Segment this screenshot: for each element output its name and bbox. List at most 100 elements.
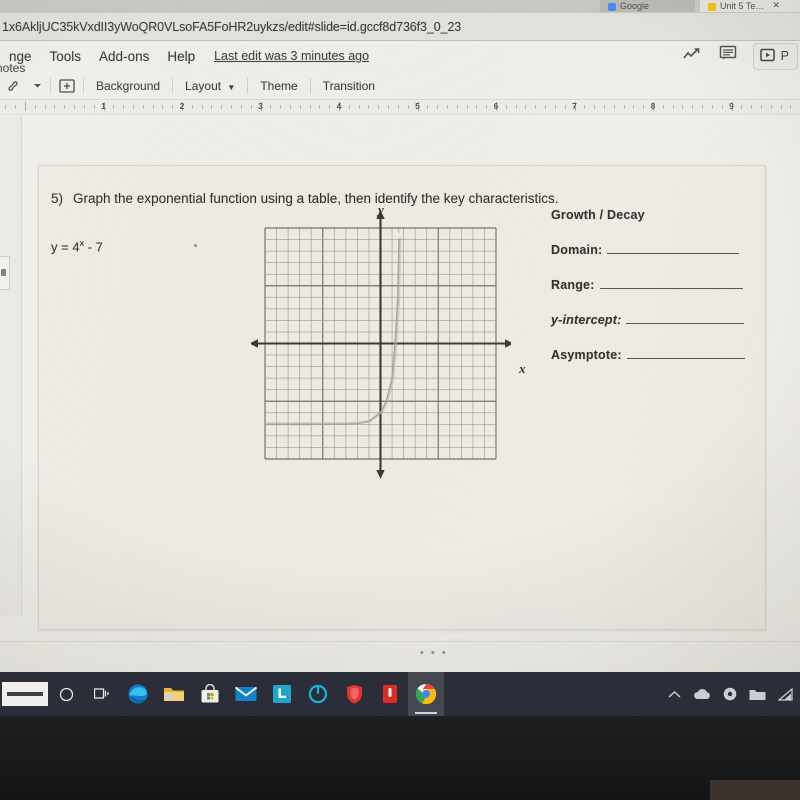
shield-app-icon[interactable] — [336, 672, 372, 716]
ruler-number: 2 — [179, 101, 185, 111]
wifi-icon[interactable] — [778, 687, 794, 701]
speaker-notes-area[interactable]: • • • — [0, 641, 800, 672]
trending-up-icon[interactable] — [683, 47, 703, 66]
ruler-tick — [348, 105, 350, 109]
screenshot-root: Google Unit 5 Te… ✕ 1x6AkljUC35kVxdII3yW… — [0, 0, 800, 800]
question-text[interactable]: 5) Graph the exponential function using a… — [51, 191, 559, 206]
onedrive-icon[interactable] — [693, 688, 711, 700]
slide-canvas[interactable]: 5) Graph the exponential function using a… — [38, 165, 766, 630]
graph-figure[interactable]: y x — [249, 202, 526, 491]
ruler-tick — [535, 105, 537, 109]
taskbar-search-box[interactable] — [2, 682, 48, 706]
browser-tab-google[interactable]: Google — [600, 0, 695, 12]
menu-bar-right-actions: P — [683, 41, 800, 71]
ring-app-icon[interactable] — [300, 672, 336, 716]
function-expression[interactable]: y = 4x - 7 — [51, 238, 103, 254]
answer-blank-line[interactable] — [599, 288, 743, 289]
horizontal-ruler[interactable]: 1 2 3 4 5 6 7 8 9 — [0, 101, 800, 115]
ruler-tick — [584, 105, 586, 109]
ruler-tick — [613, 105, 615, 109]
slide-filmstrip[interactable] — [0, 116, 22, 616]
chrome-icon[interactable] — [408, 672, 444, 716]
url-text[interactable]: 1x6AkljUC35kVxdII3yWoQR0VLsoFA5FoHR2uykz… — [0, 20, 461, 34]
new-slide-icon[interactable] — [53, 78, 81, 93]
chevron-down-icon[interactable] — [27, 82, 48, 89]
ruler-tick — [191, 105, 193, 109]
mail-icon[interactable] — [228, 672, 264, 716]
ruler-tick — [770, 105, 772, 109]
ruler-tick — [721, 105, 723, 109]
last-edit-status[interactable]: Last edit was 3 minutes ago — [214, 49, 369, 63]
ruler-tick — [388, 105, 390, 109]
ruler-tick — [172, 105, 174, 109]
notes-drag-handle[interactable]: • • • — [420, 647, 448, 659]
answer-row[interactable]: Domain: — [551, 241, 766, 259]
toolbar-layout-button[interactable]: Layout ▼ — [175, 79, 245, 93]
ruler-tick — [397, 105, 399, 109]
answer-row[interactable]: Asymptote: — [551, 346, 766, 364]
browser-address-bar[interactable]: 1x6AkljUC35kVxdII3yWoQR0VLsoFA5FoHR2uykz… — [0, 13, 800, 41]
answer-row[interactable]: Range: — [551, 276, 766, 294]
ruler-tick — [201, 105, 203, 109]
present-button[interactable]: P — [752, 42, 798, 70]
paint-format-icon[interactable] — [0, 78, 27, 93]
ruler-tick — [505, 105, 507, 109]
windows-taskbar — [0, 672, 800, 716]
answer-row[interactable]: Growth / Decay — [551, 206, 766, 224]
edge-icon[interactable] — [120, 672, 156, 716]
ruler-tick — [280, 105, 282, 109]
answer-blank-line[interactable] — [626, 358, 745, 359]
speaker-notes-placeholder[interactable]: ker notes — [0, 61, 25, 75]
ruler-tick — [545, 105, 547, 109]
photo-speck — [194, 244, 197, 247]
ruler-number: 1 — [101, 101, 106, 111]
menu-item-addons[interactable]: Add-ons — [90, 49, 158, 64]
question-body: Graph the exponential function using a t… — [73, 191, 559, 206]
microsoft-store-icon[interactable] — [192, 672, 228, 716]
file-explorer-icon[interactable] — [156, 672, 192, 716]
ruler-tick — [790, 105, 792, 109]
ruler-number: 8 — [650, 101, 656, 111]
toolbar-divider — [247, 77, 249, 94]
answer-blank-line[interactable] — [607, 253, 740, 254]
chevron-up-icon[interactable] — [668, 690, 681, 699]
coordinate-grid — [249, 210, 514, 479]
answer-label: Domain: — [551, 243, 603, 257]
menu-item-tools[interactable]: Tools — [41, 49, 91, 64]
ruler-tick — [231, 105, 233, 109]
comment-icon[interactable] — [719, 45, 737, 67]
background-surface — [710, 780, 800, 800]
pdf-app-icon[interactable] — [372, 672, 408, 716]
toolbar-theme-button[interactable]: Theme — [250, 79, 307, 93]
y-axis-label: y — [378, 202, 384, 217]
disc-icon[interactable] — [723, 687, 737, 701]
curve-tail — [397, 228, 400, 233]
search-input[interactable] — [7, 692, 43, 696]
lastpass-app-icon[interactable] — [264, 672, 300, 716]
folder-icon[interactable] — [749, 688, 766, 701]
ruler-tick — [221, 105, 223, 109]
ruler-tick — [760, 105, 762, 109]
ruler-tick — [240, 105, 242, 109]
ruler-tick — [270, 105, 272, 109]
answer-blank-line[interactable] — [626, 323, 745, 324]
menu-item-help[interactable]: Help — [158, 49, 204, 64]
ruler-tick — [751, 105, 753, 109]
ruler-tick — [54, 105, 56, 109]
toolbar-background-button[interactable]: Background — [86, 79, 170, 93]
answer-row[interactable]: y-intercept: — [551, 311, 766, 329]
ruler-tick — [564, 105, 566, 109]
cortana-icon[interactable] — [48, 672, 84, 716]
ruler-tick — [662, 105, 664, 109]
ruler-tick — [456, 105, 458, 109]
ruler-tick — [525, 105, 527, 109]
browser-tab-unit5[interactable]: Unit 5 Te… ✕ — [700, 0, 800, 12]
tab-favicon — [608, 3, 616, 11]
ruler-tick — [123, 105, 125, 109]
ruler-tick — [289, 105, 291, 109]
close-icon[interactable]: ✕ — [772, 0, 780, 11]
toolbar-transition-button[interactable]: Transition — [313, 79, 385, 93]
ruler-tick — [152, 105, 154, 109]
task-view-icon[interactable] — [84, 672, 120, 716]
ruler-tick — [93, 105, 95, 109]
